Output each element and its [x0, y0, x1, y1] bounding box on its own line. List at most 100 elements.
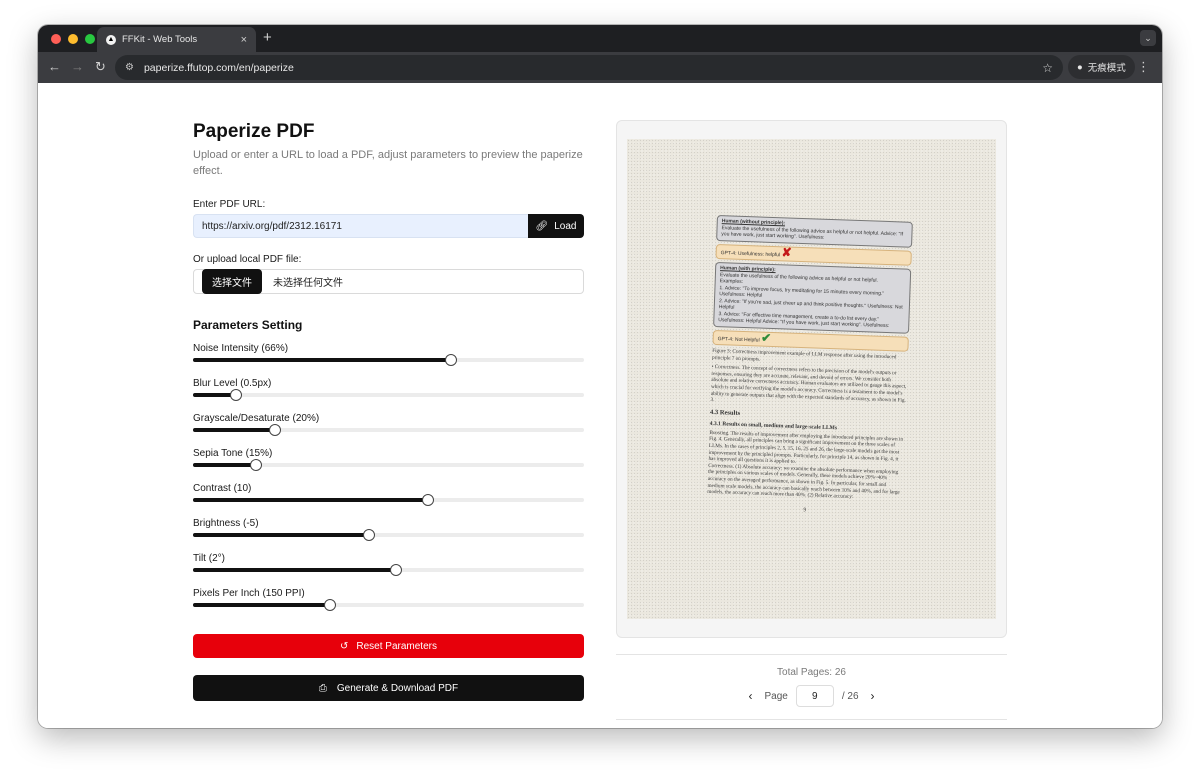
parameters-heading: Parameters Setting [193, 318, 303, 332]
maximize-window-button[interactable] [85, 34, 95, 44]
slider-thumb[interactable] [230, 389, 242, 401]
page-number: 9 [803, 506, 807, 513]
slider-fill [193, 533, 369, 537]
file-upload-field[interactable]: 选择文件 未选择任何文件 [193, 269, 584, 294]
slider-fill [193, 498, 428, 502]
close-window-button[interactable] [51, 34, 61, 44]
pdf-preview: Human (without principle): Evaluate the … [616, 120, 1007, 638]
page-content-preview: Human (without principle): Evaluate the … [707, 215, 913, 516]
slider-track[interactable] [193, 494, 584, 506]
bubble-text: GPT-4: Not Helpful [717, 335, 760, 344]
parameter-slider: Blur Level (0.5px) [193, 378, 584, 401]
slider-track[interactable] [193, 599, 584, 611]
slider-track[interactable] [193, 389, 584, 401]
slider-label: Sepia Tone (15%) [193, 448, 273, 459]
address-bar[interactable]: ⚙ paperize.ffutop.com/en/paperize ☆ [115, 55, 1063, 80]
slider-fill [193, 428, 275, 432]
slider-thumb[interactable] [324, 599, 336, 611]
slider-thumb[interactable] [363, 529, 375, 541]
slider-fill [193, 358, 451, 362]
slider-fill [193, 603, 330, 607]
reset-parameters-button[interactable]: ↺ Reset Parameters [193, 634, 584, 658]
bubble-text: GPT-4: Usefulness: helpful [720, 249, 781, 258]
reset-button-label: Reset Parameters [356, 640, 437, 652]
parameter-slider: Sepia Tone (15%) [193, 448, 584, 471]
slider-track[interactable] [193, 529, 584, 541]
parameter-slider: Contrast (10) [193, 483, 584, 506]
link-icon: 🔗︎ [535, 220, 549, 232]
parameter-slider: Pixels Per Inch (150 PPI) [193, 588, 584, 611]
slider-label: Noise Intensity (66%) [193, 343, 289, 354]
parameter-slider: Grayscale/Desaturate (20%) [193, 413, 584, 436]
reload-icon[interactable]: ↻ [95, 59, 106, 75]
slider-label: Brightness (-5) [193, 518, 259, 529]
total-pages: Total Pages: 26 [777, 667, 846, 678]
incognito-badge[interactable]: ● 无痕模式 [1068, 55, 1135, 79]
reset-icon: ↺ [340, 640, 349, 652]
url-label: Enter PDF URL: [193, 199, 266, 210]
slider-thumb[interactable] [390, 564, 402, 576]
browser-tab[interactable]: ▲ FFKit - Web Tools × [97, 27, 256, 52]
slider-track[interactable] [193, 354, 584, 366]
paragraph: Correctness. (1) Absolute accuracy: we e… [707, 462, 900, 501]
slider-label: Grayscale/Desaturate (20%) [193, 413, 320, 424]
check-mark-icon: ✔ [760, 330, 772, 345]
slider-fill [193, 463, 256, 467]
ffkit-logo-icon: ▲ [106, 34, 116, 45]
next-page-button[interactable]: › [867, 689, 879, 703]
slider-thumb[interactable] [445, 354, 457, 366]
human-prompt-bubble: Human (with principle): Evaluate the use… [713, 261, 912, 334]
browser-menu-icon[interactable]: ⋮ [1137, 60, 1150, 74]
page-content: Paperize PDF Upload or enter a URL to lo… [38, 83, 1162, 728]
page-number-input[interactable] [795, 685, 834, 707]
cross-mark-icon: ✘ [781, 244, 792, 260]
slider-label: Tilt (2°) [193, 553, 225, 564]
page-title: Paperize PDF [193, 121, 315, 142]
choose-file-button[interactable]: 选择文件 [202, 269, 262, 294]
slider-label: Contrast (10) [193, 483, 252, 494]
page-total: / 26 [841, 690, 859, 702]
parameter-slider: Noise Intensity (66%) [193, 343, 584, 366]
page-label: Page [764, 690, 788, 702]
slider-fill [193, 568, 396, 572]
slider-thumb[interactable] [250, 459, 262, 471]
slider-track[interactable] [193, 424, 584, 436]
site-settings-icon[interactable]: ⚙ [125, 62, 134, 73]
slider-thumb[interactable] [422, 494, 434, 506]
pagination: ‹ Page / 26 › [616, 685, 1007, 707]
browser-window: ▲ FFKit - Web Tools × + ⌄ ← → ↻ ⚙ paperi… [38, 25, 1162, 728]
bullet-paragraph: • Correctness. The concept of correctnes… [710, 364, 907, 404]
load-button-label: Load [554, 220, 577, 232]
minimize-window-button[interactable] [68, 34, 78, 44]
parameter-slider: Tilt (2°) [193, 553, 584, 576]
tab-search-chevron-icon[interactable]: ⌄ [1140, 30, 1156, 46]
divider [616, 719, 1007, 720]
window-controls [51, 34, 95, 44]
pdf-url-input[interactable] [193, 214, 528, 238]
incognito-label: 无痕模式 [1087, 63, 1126, 74]
url-text[interactable]: paperize.ffutop.com/en/paperize [144, 62, 1042, 74]
prev-page-button[interactable]: ‹ [744, 689, 756, 703]
section-heading: 4.3 Results [709, 408, 741, 417]
bookmark-star-icon[interactable]: ☆ [1042, 61, 1053, 75]
file-download-icon: ⎙ [318, 682, 327, 694]
parameter-slider: Brightness (-5) [193, 518, 584, 541]
human-prompt-bubble: Human (without principle): Evaluate the … [716, 215, 913, 248]
slider-label: Blur Level (0.5px) [193, 378, 272, 389]
incognito-icon: ● [1077, 61, 1083, 73]
browser-toolbar: ← → ↻ ⚙ paperize.ffutop.com/en/paperize … [38, 52, 1162, 83]
slider-thumb[interactable] [269, 424, 281, 436]
slider-track[interactable] [193, 564, 584, 576]
back-arrow-icon[interactable]: ← [48, 59, 61, 75]
forward-arrow-icon[interactable]: → [71, 59, 84, 75]
generate-download-button[interactable]: ⎙ Generate & Download PDF [193, 675, 584, 701]
page-subtitle: Upload or enter a URL to load a PDF, adj… [193, 149, 583, 177]
slider-track[interactable] [193, 459, 584, 471]
slider-label: Pixels Per Inch (150 PPI) [193, 588, 305, 599]
upload-label: Or upload local PDF file: [193, 254, 302, 265]
generate-button-label: Generate & Download PDF [336, 682, 459, 694]
load-button[interactable]: 🔗︎ Load [528, 214, 584, 238]
new-tab-button[interactable]: + [263, 29, 272, 46]
paperized-page: Human (without principle): Evaluate the … [627, 139, 996, 619]
tab-close-icon[interactable]: × [241, 34, 247, 46]
